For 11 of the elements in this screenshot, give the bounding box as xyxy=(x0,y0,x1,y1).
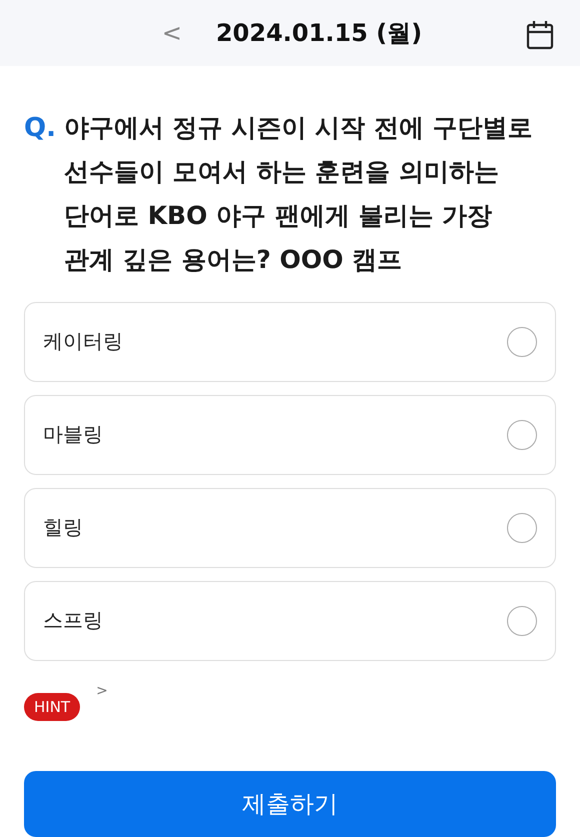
submit-button[interactable]: 제출하기 xyxy=(24,770,556,837)
answer-option[interactable]: 마블링 xyxy=(24,394,556,475)
date-title: 2024.01.15 (월) xyxy=(216,18,422,49)
calendar-icon[interactable] xyxy=(526,20,554,50)
hint-button[interactable]: HINT xyxy=(24,692,80,721)
question-text: 야구에서 정규 시즌이 시작 전에 구단별로 선수들이 모여서 하는 훈련을 의미하는 단어로 KBO 야구 팬에게 불리는 가장 관계 깊은 용어는? OOO 캠프 xyxy=(64,112,534,276)
answer-option[interactable]: 스프링 xyxy=(24,580,556,661)
answer-option[interactable]: 케이터링 xyxy=(24,302,556,382)
answer-option[interactable]: 힐링 xyxy=(24,488,556,568)
hint-arrow[interactable]: > xyxy=(96,682,108,699)
question-prefix: Q. xyxy=(24,112,56,145)
